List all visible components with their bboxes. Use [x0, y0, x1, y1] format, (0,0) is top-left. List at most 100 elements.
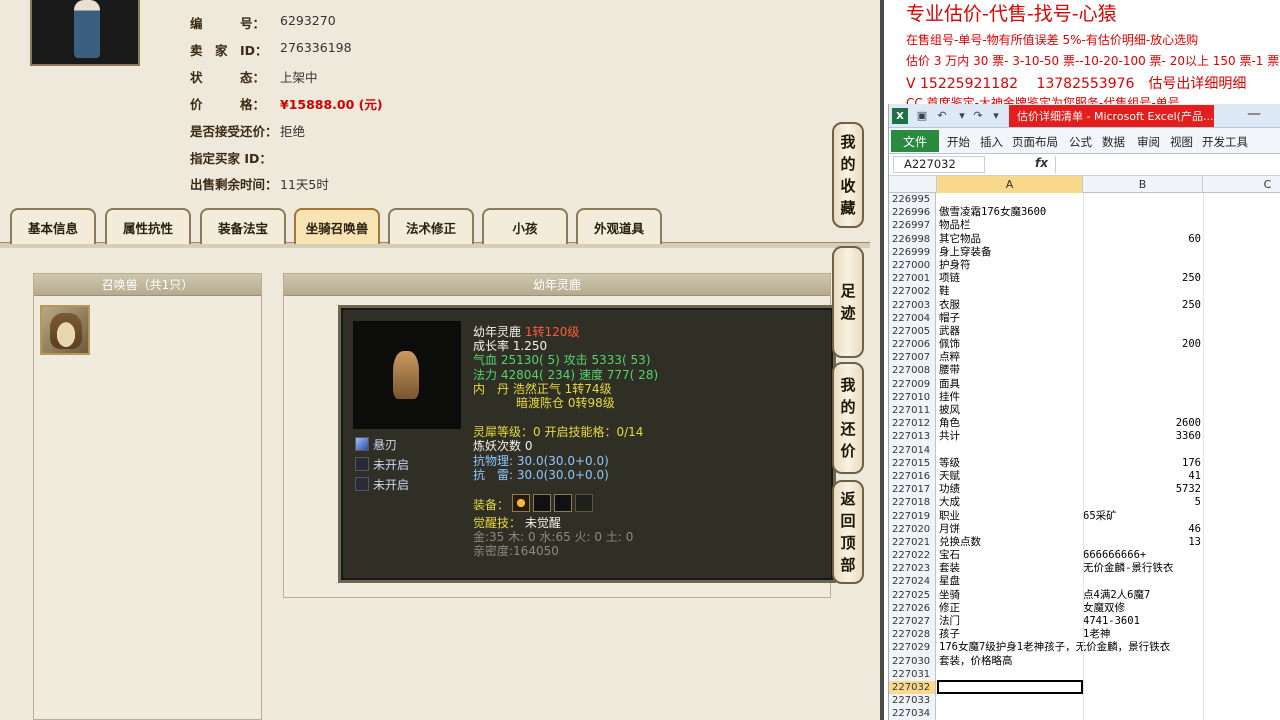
row-number[interactable]: 227000	[889, 258, 936, 273]
dropdown-icon[interactable]: ▾	[955, 108, 969, 123]
row-number[interactable]: 227020	[889, 522, 936, 536]
row-number[interactable]: 226999	[889, 245, 936, 259]
row-number[interactable]: 227023	[889, 562, 936, 576]
fx-icon[interactable]: fx	[1035, 156, 1048, 170]
row-number[interactable]: 227002	[889, 285, 936, 299]
row-number[interactable]: 227030	[889, 654, 936, 668]
row-number[interactable]: 227004	[889, 311, 936, 325]
row-number[interactable]: 227007	[889, 351, 936, 365]
tab-5[interactable]: 法术修正	[388, 208, 474, 244]
cell-a[interactable]: 套装，价格略高	[939, 655, 1239, 668]
row-number[interactable]: 226996	[889, 206, 936, 220]
cell-a[interactable]: 护身符	[939, 259, 1239, 272]
side-button-3[interactable]: 我的还价	[832, 362, 864, 474]
equip-slot-icon[interactable]	[533, 494, 551, 512]
tab-7[interactable]: 外观道具	[576, 208, 662, 244]
cell-b[interactable]: 46	[1083, 523, 1201, 536]
equip-slot-icon[interactable]	[554, 494, 572, 512]
row-number[interactable]: 227032	[889, 680, 936, 695]
cell-b[interactable]: 5	[1083, 496, 1201, 509]
tab-6[interactable]: 小孩	[482, 208, 568, 244]
cell-b[interactable]: 250	[1083, 272, 1201, 285]
cell-b[interactable]: 176	[1083, 457, 1201, 470]
cell-a[interactable]: 面具	[939, 378, 1239, 391]
ribbon-tab[interactable]: 开始	[947, 134, 970, 150]
select-all-corner[interactable]	[889, 176, 937, 193]
redo-icon[interactable]: ↷	[971, 108, 985, 123]
row-number[interactable]: 227012	[889, 417, 936, 431]
row-number[interactable]: 226997	[889, 219, 936, 233]
cell-a[interactable]: 鞋	[939, 285, 1239, 298]
row-number[interactable]: 227005	[889, 324, 936, 339]
save-icon[interactable]: ▣	[915, 108, 929, 123]
cell-b[interactable]: 4741-3601	[1083, 615, 1201, 628]
row-number[interactable]: 227033	[889, 694, 936, 708]
side-button-4[interactable]: 返回顶部	[832, 480, 864, 584]
cell-a[interactable]: 物品栏	[939, 219, 1239, 232]
cell-a[interactable]: 帽子	[939, 312, 1239, 325]
minimize-icon[interactable]: —	[1247, 106, 1261, 122]
side-button-1[interactable]: 我的收藏	[832, 122, 864, 228]
equip-slot-icon[interactable]	[575, 494, 593, 512]
row-number[interactable]: 227026	[889, 601, 936, 615]
name-box[interactable]: A227032	[893, 156, 985, 173]
tab-3[interactable]: 装备法宝	[200, 208, 286, 244]
row-number[interactable]: 227029	[889, 641, 936, 655]
cell-b[interactable]: 41	[1083, 470, 1201, 483]
skill-slot[interactable]: 未开启	[355, 455, 445, 473]
row-number[interactable]: 227003	[889, 298, 936, 312]
row-number[interactable]: 227001	[889, 272, 936, 286]
cell-b[interactable]: 5732	[1083, 483, 1201, 496]
cell-b[interactable]: 1老神	[1083, 628, 1201, 641]
row-number[interactable]: 227034	[889, 707, 936, 720]
row-number[interactable]: 227019	[889, 509, 936, 523]
row-number[interactable]: 227009	[889, 377, 936, 391]
column-header-b[interactable]: B	[1083, 176, 1203, 193]
equip-slot-icon[interactable]	[512, 494, 530, 512]
ribbon-tab[interactable]: 视图	[1170, 134, 1193, 150]
undo-icon[interactable]: ↶	[935, 108, 949, 123]
cell-b[interactable]: 2600	[1083, 417, 1201, 430]
row-number[interactable]: 227021	[889, 535, 936, 550]
pet-thumbnail[interactable]	[40, 305, 90, 355]
row-number[interactable]: 227018	[889, 496, 936, 510]
cell-a[interactable]: 披风	[939, 404, 1239, 417]
row-number[interactable]: 226995	[889, 193, 936, 207]
ribbon-tab[interactable]: 公式	[1069, 134, 1092, 150]
row-number[interactable]: 227006	[889, 338, 936, 352]
cell-b[interactable]: 65采矿	[1083, 510, 1201, 523]
row-number[interactable]: 227010	[889, 390, 936, 404]
row-number[interactable]: 227011	[889, 404, 936, 418]
cell-b[interactable]: 666666666+	[1083, 549, 1201, 562]
skill-slot[interactable]: 悬刃	[355, 435, 445, 453]
row-number[interactable]: 227014	[889, 443, 936, 457]
row-number[interactable]: 227024	[889, 575, 936, 589]
tab-4[interactable]: 坐骑召唤兽	[294, 208, 380, 244]
ribbon-tab[interactable]: 开发工具	[1202, 134, 1248, 150]
column-header-c[interactable]: C	[1203, 176, 1280, 193]
cell-b[interactable]: 女魔双修	[1083, 602, 1201, 615]
cell-a[interactable]: 点粹	[939, 351, 1239, 364]
excel-app-icon[interactable]: X	[892, 108, 908, 124]
row-number[interactable]: 227027	[889, 615, 936, 629]
column-header-a[interactable]: A	[937, 176, 1083, 193]
cell-b[interactable]: 无价金麟-景行铁衣	[1083, 562, 1201, 575]
row-number[interactable]: 226998	[889, 232, 936, 246]
row-number[interactable]: 227028	[889, 628, 936, 642]
active-cell-outline[interactable]	[937, 680, 1083, 695]
row-number[interactable]: 227008	[889, 364, 936, 378]
cell-b[interactable]: 3360	[1083, 430, 1201, 443]
cell-b[interactable]: 250	[1083, 299, 1201, 312]
ribbon-tab[interactable]: 数据	[1102, 134, 1125, 150]
ribbon-tab[interactable]: 插入	[980, 134, 1003, 150]
tab-2[interactable]: 属性抗性	[105, 208, 191, 244]
cell-a[interactable]: 176女魔7级护身1老神孩子，无价金麟，景行铁衣	[939, 641, 1239, 654]
ribbon-tab[interactable]: 页面布局	[1012, 134, 1058, 150]
cell-a[interactable]: 武器	[939, 325, 1239, 338]
tab-1[interactable]: 基本信息	[10, 208, 96, 244]
cell-a[interactable]: 挂件	[939, 391, 1239, 404]
cell-a[interactable]: 星盘	[939, 575, 1239, 588]
ribbon-tab[interactable]: 审阅	[1137, 134, 1160, 150]
customize-qat-icon[interactable]: ▾	[989, 108, 1003, 123]
cell-b[interactable]: 200	[1083, 338, 1201, 351]
